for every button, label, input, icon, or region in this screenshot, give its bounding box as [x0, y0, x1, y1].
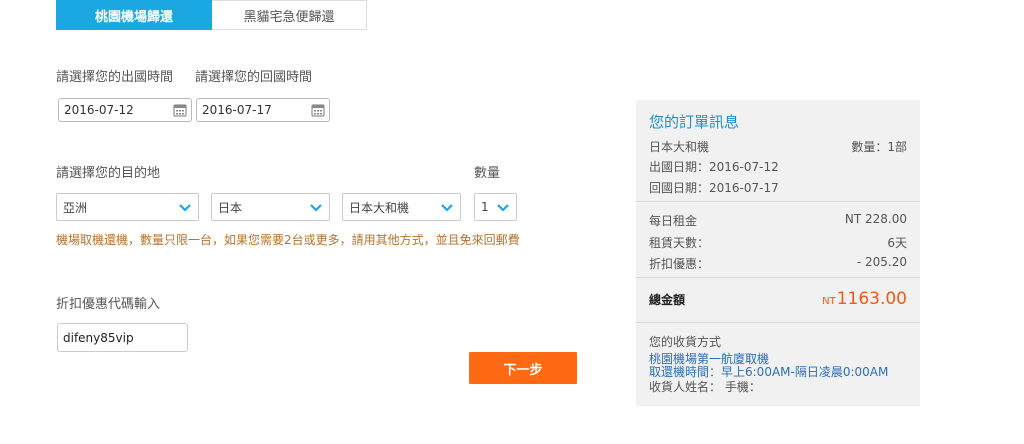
- quantity-label: 數量: [474, 166, 501, 181]
- depart-date-value: 2016-07-12: [64, 103, 134, 117]
- order-product-row: 日本大和機 數量：1部: [649, 138, 907, 155]
- chevron-down-icon: [309, 202, 323, 212]
- calendar-icon[interactable]: [311, 103, 325, 117]
- divider: [636, 201, 920, 202]
- total-currency: NT: [822, 296, 836, 307]
- chevron-down-icon: [178, 202, 192, 212]
- quantity-notice: 機場取機還機，數量只限一台，如果您需要2台或更多，請用其他方式，並且免來回郵費: [56, 233, 520, 247]
- order-depart-row: 出國日期：2016-07-12: [649, 158, 907, 175]
- daily-rent-label: 每日租金: [649, 214, 698, 228]
- divider: [636, 322, 920, 323]
- discount-row: 折扣優惠： - 205.20: [649, 255, 907, 272]
- return-date-input[interactable]: 2016-07-17: [196, 98, 330, 122]
- next-step-button[interactable]: 下一步: [469, 352, 577, 384]
- order-product: 日本大和機: [649, 140, 710, 154]
- order-depart-date: 出國日期：2016-07-12: [649, 160, 779, 174]
- plan-select-value: 日本大和機: [349, 200, 410, 215]
- coupon-label: 折扣優惠代碼輸入: [56, 297, 161, 312]
- coupon-input[interactable]: difeny85vip: [57, 323, 188, 352]
- delivery-label-row: 您的收貨方式: [649, 333, 907, 350]
- recipient-info: 收貨人姓名： 手機：: [649, 380, 761, 394]
- return-date-label: 請選擇您的回國時間: [195, 70, 313, 85]
- rental-days-value: 6天: [887, 236, 907, 250]
- country-select-value: 日本: [218, 200, 243, 215]
- destination-label: 請選擇您的目的地: [56, 166, 161, 181]
- total-row: 總金額 NT1163.00: [649, 287, 907, 311]
- daily-rent-row: 每日租金 NT 228.00: [649, 212, 907, 229]
- calendar-icon[interactable]: [173, 103, 187, 117]
- tab-blackcat-return[interactable]: 黑貓宅急便歸還: [212, 0, 367, 30]
- rental-days-label: 租賃天數：: [649, 236, 710, 250]
- order-return-row: 回國日期：2016-07-17: [649, 179, 907, 196]
- order-quantity: 數量：1部: [851, 140, 907, 154]
- order-return-date: 回國日期：2016-07-17: [649, 181, 779, 195]
- divider: [636, 277, 920, 278]
- plan-select[interactable]: 日本大和機: [342, 193, 461, 221]
- discount-label: 折扣優惠：: [649, 257, 710, 271]
- recipient-row: 收貨人姓名： 手機：: [649, 378, 907, 395]
- depart-date-input[interactable]: 2016-07-12: [58, 98, 192, 122]
- daily-rent-value: NT 228.00: [844, 212, 907, 226]
- rental-days-row: 租賃天數： 6天: [649, 234, 907, 251]
- quantity-select[interactable]: 1: [474, 193, 517, 221]
- return-method-tabs: 桃園機場歸還 黑貓宅急便歸還: [56, 0, 367, 30]
- tab-airport-return[interactable]: 桃園機場歸還: [56, 0, 212, 30]
- return-date-value: 2016-07-17: [202, 103, 272, 117]
- order-summary-panel: 您的訂單訊息 日本大和機 數量：1部 出國日期：2016-07-12 回國日期：…: [636, 100, 920, 406]
- chevron-down-icon: [496, 202, 510, 212]
- discount-value: - 205.20: [856, 255, 907, 269]
- total-label: 總金額: [649, 292, 686, 307]
- region-select-value: 亞洲: [63, 200, 88, 215]
- region-select[interactable]: 亞洲: [56, 193, 199, 221]
- order-summary-title: 您的訂單訊息: [649, 113, 740, 131]
- delivery-method-label: 您的收貨方式: [649, 335, 722, 349]
- depart-date-label: 請選擇您的出國時間: [56, 70, 174, 85]
- total-value: 1163.00: [836, 289, 907, 309]
- total-amount: NT1163.00: [822, 289, 907, 309]
- chevron-down-icon: [440, 202, 454, 212]
- quantity-select-value: 1: [481, 200, 489, 214]
- country-select[interactable]: 日本: [211, 193, 330, 221]
